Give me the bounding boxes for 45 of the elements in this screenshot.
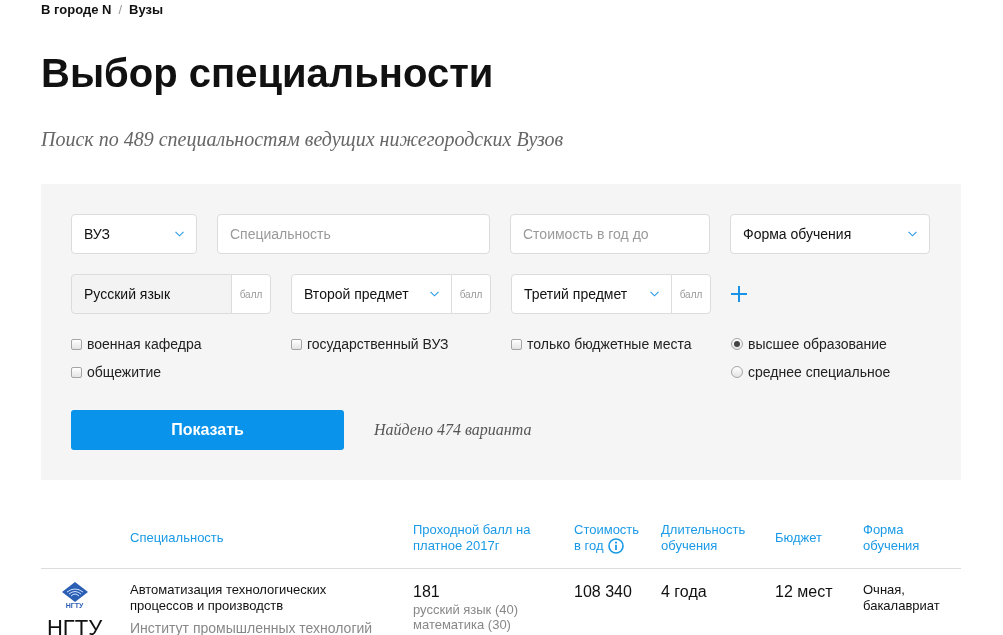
results-count: Найдено 474 варианта — [374, 421, 532, 439]
subject-field: Русский язык — [71, 274, 232, 314]
checkbox-label[interactable]: только бюджетные места — [527, 336, 692, 352]
info-icon[interactable] — [607, 538, 624, 554]
select-field[interactable]: Форма обучения — [730, 214, 930, 254]
subject-select[interactable]: Второй предмет — [291, 274, 452, 314]
budget-value: 12 мест — [775, 582, 834, 602]
radio-label[interactable]: среднее специальное — [748, 364, 891, 380]
chevron-down-icon — [908, 231, 917, 237]
study-form: Очная, бакалавриат — [863, 582, 941, 614]
chevron-down-icon — [175, 231, 184, 237]
radio-label[interactable]: высшее образование — [748, 336, 887, 352]
checkbox[interactable] — [71, 366, 82, 378]
checkbox[interactable] — [511, 338, 522, 350]
score-input[interactable]: балл — [231, 274, 271, 314]
checkbox-label[interactable]: военная кафедра — [87, 336, 202, 352]
score-input[interactable]: балл — [451, 274, 491, 314]
plus-icon[interactable] — [731, 286, 747, 302]
text-input[interactable]: Стоимость в год до — [510, 214, 710, 254]
radio-button[interactable] — [731, 366, 743, 378]
breadcrumb-link[interactable]: В городе N — [41, 3, 112, 17]
exam-score: математика (30) — [413, 617, 512, 632]
subject-select[interactable]: Третий предмет — [511, 274, 672, 314]
passing-score: 181 — [413, 582, 441, 602]
breadcrumb-link[interactable]: Вузы — [129, 3, 164, 17]
diamond-logo-icon — [61, 582, 88, 602]
chevron-down-icon — [430, 291, 439, 297]
page-title: Выбор специальности — [41, 50, 494, 97]
specialty-name[interactable]: Автоматизация технологических процессов и производств — [130, 582, 373, 614]
cost-value: 108 340 — [574, 582, 633, 602]
checkbox[interactable] — [291, 338, 302, 350]
institute-name: Институт промышленных технологий — [130, 620, 373, 635]
score-input[interactable]: балл — [671, 274, 711, 314]
text-input[interactable]: Специальность — [217, 214, 490, 254]
radio-button[interactable] — [731, 338, 743, 350]
duration-value: 4 года — [661, 582, 708, 602]
exam-score: русский язык (40) — [413, 602, 520, 617]
breadcrumb-separator: / — [118, 3, 122, 17]
checkbox[interactable] — [71, 338, 82, 350]
university-name: НГТУ — [46, 616, 103, 635]
checkbox-label[interactable]: общежитие — [87, 364, 161, 380]
page-subtitle: Поиск по 489 специальностям ведущих нижегородских Вузов — [41, 127, 564, 151]
chevron-down-icon — [650, 291, 659, 297]
checkbox-label[interactable]: государственный ВУЗ — [307, 336, 449, 352]
select-field[interactable]: ВУЗ — [71, 214, 197, 254]
